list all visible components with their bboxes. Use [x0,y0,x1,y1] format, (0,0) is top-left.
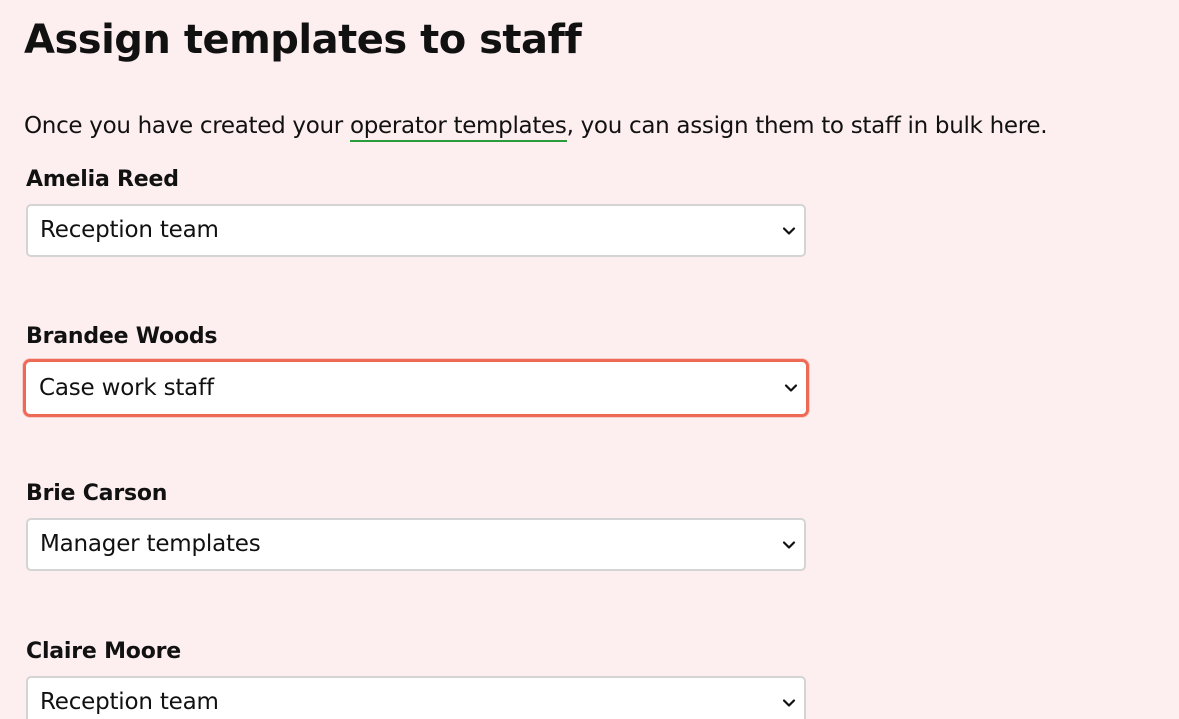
page: Assign templates to staff Once you have … [0,0,1179,719]
intro-text: Once you have created your operator temp… [24,108,1048,144]
chevron-down-icon [782,226,796,236]
template-select[interactable]: Manager templates [26,518,806,571]
staff-field-claire-moore: Claire Moore Reception team [26,637,806,719]
staff-name-label: Claire Moore [26,639,181,664]
template-select-value: Reception team [40,217,219,243]
staff-field-brandee-woods: Brandee Woods Case work staff [23,322,809,417]
page-title: Assign templates to staff [24,17,582,63]
intro-text-start: Once you have created your [24,113,350,139]
staff-field-amelia-reed: Amelia Reed Reception team [26,165,806,257]
template-select[interactable]: Reception team [26,204,806,257]
chevron-down-icon [782,540,796,550]
template-select-value: Manager templates [40,531,261,557]
staff-field-brie-carson: Brie Carson Manager templates [26,479,806,571]
staff-name-label: Brie Carson [26,481,168,506]
staff-name-label: Amelia Reed [26,167,179,192]
operator-templates-link[interactable]: operator templates [349,113,567,142]
template-select-value: Case work staff [39,375,214,401]
intro-text-end: , you can assign them to staff in bulk h… [566,113,1048,139]
template-select-value: Reception team [40,689,219,715]
chevron-down-icon [782,698,796,708]
chevron-down-icon [784,383,798,393]
template-select[interactable]: Reception team [26,676,806,719]
template-select[interactable]: Case work staff [23,359,809,417]
staff-name-label: Brandee Woods [26,324,218,349]
